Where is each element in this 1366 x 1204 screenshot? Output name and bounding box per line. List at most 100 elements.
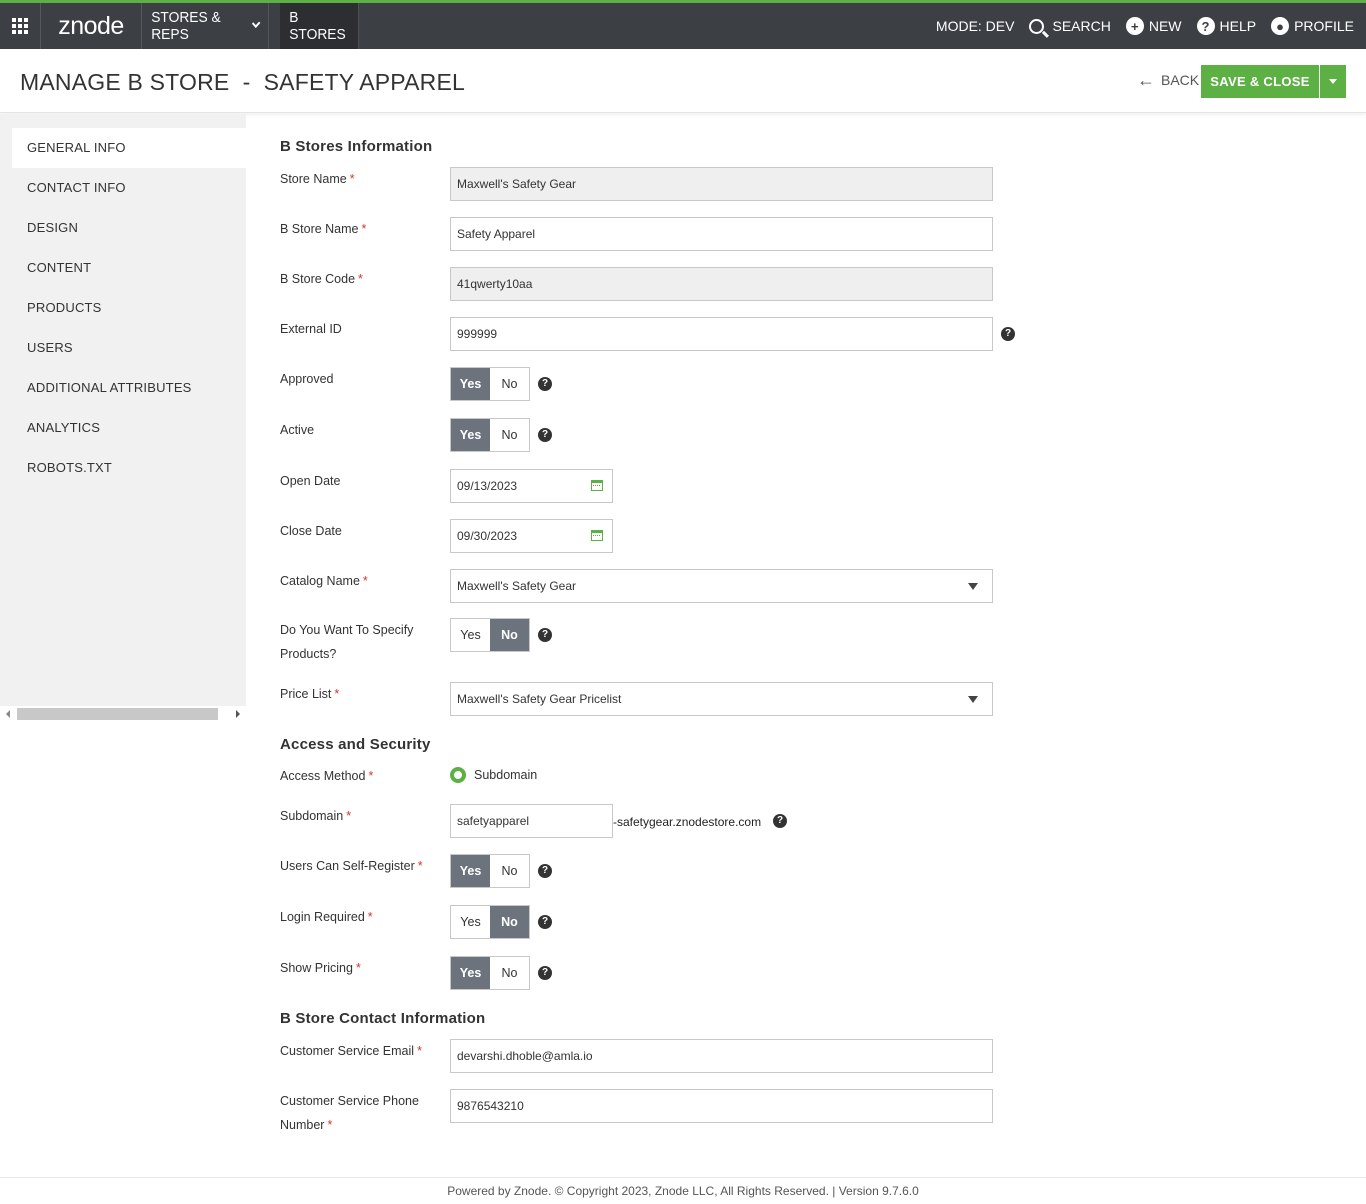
- specify-products-toggle: Yes No: [450, 618, 530, 652]
- login-required-yes[interactable]: Yes: [451, 906, 490, 938]
- back-label: BACK: [1161, 72, 1200, 88]
- open-date-value: 09/13/2023: [457, 479, 518, 493]
- subdomain-radio-label[interactable]: Subdomain: [474, 767, 537, 783]
- cs-email-label: Customer Service Email *: [280, 1039, 440, 1063]
- sidebar: GENERAL INFO CONTACT INFO DESIGN CONTENT…: [0, 114, 246, 722]
- self-register-label-text: Users Can Self-Register: [280, 859, 415, 873]
- sidebar-scrollbar[interactable]: [0, 706, 246, 722]
- price-list-label-text: Price List: [280, 687, 332, 701]
- bstore-code-label-text: B Store Code: [280, 272, 356, 286]
- logo-text: znode: [58, 11, 124, 40]
- self-register-yes[interactable]: Yes: [451, 855, 490, 887]
- scroll-left-icon[interactable]: [6, 710, 10, 718]
- section-title-info: B Stores Information: [280, 138, 433, 155]
- subdomain-radio[interactable]: [450, 767, 466, 783]
- login-required-toggle: Yes No: [450, 905, 530, 939]
- close-date-input[interactable]: 09/30/2023: [450, 519, 613, 553]
- cs-phone-input[interactable]: 9876543210: [450, 1089, 993, 1123]
- dropdown-arrow-icon: [968, 696, 978, 703]
- help-icon[interactable]: ?: [538, 628, 552, 642]
- mode-label: MODE: DEV: [935, 18, 1015, 34]
- bstore-name-label: B Store Name *: [280, 217, 440, 241]
- calendar-icon[interactable]: [591, 530, 603, 541]
- nav-stores-reps[interactable]: STORES & REPS: [142, 3, 269, 49]
- new-button[interactable]: + NEW: [1125, 17, 1182, 35]
- self-register-no[interactable]: No: [490, 855, 529, 887]
- save-options-dropdown[interactable]: [1320, 65, 1346, 98]
- app-grid-icon[interactable]: [0, 3, 41, 49]
- nav-b-stores[interactable]: B STORES: [280, 3, 360, 49]
- bstore-name-input[interactable]: Safety Apparel: [450, 217, 993, 251]
- price-list-value: Maxwell's Safety Gear Pricelist: [457, 692, 622, 706]
- required-mark: *: [368, 769, 374, 783]
- back-button[interactable]: ← BACK: [1137, 71, 1200, 89]
- scroll-right-icon[interactable]: [236, 710, 240, 718]
- help-icon[interactable]: ?: [538, 966, 552, 980]
- bstore-code-field: 41qwerty10aa: [450, 267, 993, 301]
- profile-label: PROFILE: [1294, 18, 1354, 34]
- sidebar-item-robots[interactable]: ROBOTS.TXT: [0, 448, 246, 488]
- active-yes[interactable]: Yes: [451, 419, 490, 451]
- catalog-name-select[interactable]: Maxwell's Safety Gear: [450, 569, 993, 603]
- chevron-down-icon: [251, 18, 261, 28]
- login-required-no[interactable]: No: [490, 906, 529, 938]
- approved-label: Approved: [280, 372, 334, 386]
- sidebar-item-design[interactable]: DESIGN: [0, 208, 246, 248]
- cs-phone-label-text: Customer Service Phone Number: [280, 1094, 419, 1132]
- required-mark: *: [334, 687, 340, 701]
- help-icon[interactable]: ?: [538, 864, 552, 878]
- page-header: MANAGE B STORE - SAFETY APPAREL ← BACK SA…: [0, 49, 1366, 113]
- search-label: SEARCH: [1052, 18, 1111, 34]
- specify-products-yes[interactable]: Yes: [451, 619, 490, 651]
- specify-products-no[interactable]: No: [490, 619, 529, 651]
- active-no[interactable]: No: [490, 419, 529, 451]
- cs-email-input[interactable]: devarshi.dhoble@amla.io: [450, 1039, 993, 1073]
- sidebar-item-content[interactable]: CONTENT: [0, 248, 246, 288]
- bstore-code-label: B Store Code *: [280, 267, 440, 291]
- cs-email-label-text: Customer Service Email: [280, 1044, 415, 1058]
- scrollbar-thumb[interactable]: [17, 708, 218, 720]
- mode-indicator: MODE: DEV: [936, 18, 1015, 34]
- new-label: NEW: [1148, 18, 1182, 34]
- section-title-access: Access and Security: [280, 736, 431, 753]
- sidebar-item-additional-attributes[interactable]: ADDITIONAL ATTRIBUTES: [0, 368, 246, 408]
- sidebar-item-products[interactable]: PRODUCTS: [0, 288, 246, 328]
- bstore-name-label-text: B Store Name: [280, 222, 359, 236]
- external-id-input[interactable]: 999999: [450, 317, 993, 351]
- save-close-button[interactable]: SAVE & CLOSE: [1201, 65, 1319, 98]
- show-pricing-label-text: Show Pricing: [280, 961, 353, 975]
- required-mark: *: [349, 172, 355, 186]
- store-name-field: Maxwell's Safety Gear: [450, 167, 993, 201]
- approved-yes[interactable]: Yes: [451, 368, 490, 400]
- help-label: HELP: [1219, 18, 1257, 34]
- help-icon[interactable]: ?: [538, 377, 552, 391]
- help-icon[interactable]: ?: [538, 428, 552, 442]
- login-required-label-text: Login Required: [280, 910, 365, 924]
- required-mark: *: [361, 222, 367, 236]
- approved-no[interactable]: No: [490, 368, 529, 400]
- price-list-select[interactable]: Maxwell's Safety Gear Pricelist: [450, 682, 993, 716]
- active-toggle: Yes No: [450, 418, 530, 452]
- required-mark: *: [367, 910, 373, 924]
- show-pricing-no[interactable]: No: [490, 957, 529, 989]
- page-footer: Powered by Znode. © Copyright 2023, Znod…: [0, 1177, 1366, 1204]
- calendar-icon[interactable]: [591, 480, 603, 491]
- profile-button[interactable]: ● PROFILE: [1271, 17, 1354, 35]
- help-icon[interactable]: ?: [1001, 327, 1015, 341]
- help-button[interactable]: ? HELP: [1196, 17, 1257, 35]
- nav-stores-reps-label: STORES & REPS: [151, 9, 221, 43]
- subdomain-input[interactable]: safetyapparel: [450, 804, 613, 838]
- sidebar-item-analytics[interactable]: ANALYTICS: [0, 408, 246, 448]
- sidebar-item-contact-info[interactable]: CONTACT INFO: [0, 168, 246, 208]
- section-title-contact: B Store Contact Information: [280, 1010, 486, 1027]
- sidebar-item-users[interactable]: USERS: [0, 328, 246, 368]
- help-icon[interactable]: ?: [773, 814, 787, 828]
- required-mark: *: [358, 272, 363, 286]
- sidebar-item-general-info[interactable]: GENERAL INFO: [12, 128, 246, 168]
- show-pricing-yes[interactable]: Yes: [451, 957, 490, 989]
- search-button[interactable]: SEARCH: [1029, 18, 1111, 34]
- open-date-input[interactable]: 09/13/2023: [450, 469, 613, 503]
- top-navbar: znode STORES & REPS B STORES MODE: DEV S…: [0, 0, 1366, 49]
- help-icon[interactable]: ?: [538, 915, 552, 929]
- znode-logo[interactable]: znode: [41, 3, 142, 49]
